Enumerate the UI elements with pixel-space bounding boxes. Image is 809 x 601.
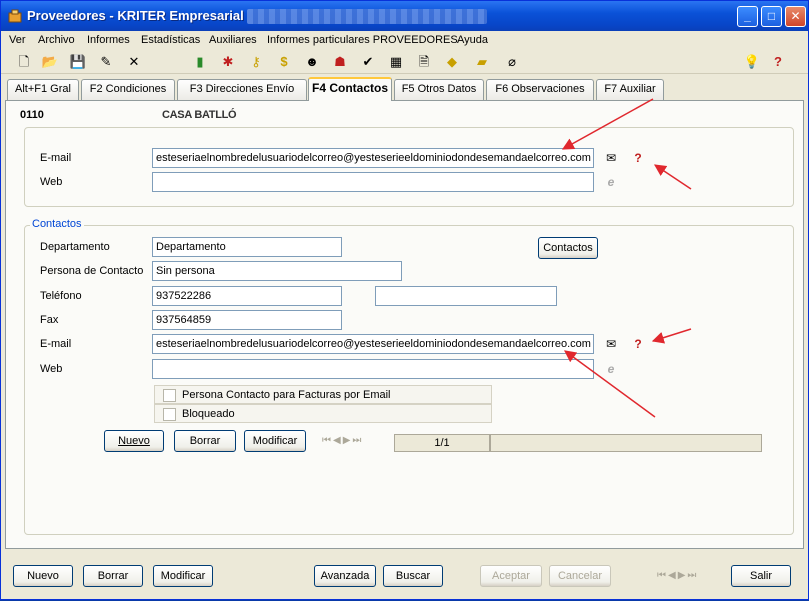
contact-email-field[interactable]: esteseriaelnombredelusuariodelcorreo@yes… [152,334,594,354]
tab-condiciones[interactable]: F2 Condiciones [81,79,175,100]
redacted-company-name [247,9,487,24]
supplier-code: 0110 [20,109,44,121]
supplier-name: CASA BATLLÓ [162,109,237,121]
send-email-icon[interactable]: ✉ [600,148,622,168]
contactos-legend: Contactos [30,218,84,230]
menu-informes-particulares[interactable]: Informes particulares PROVEEDORES [267,34,458,46]
toolbar: 🗋 📂 💾 ✎ ✕ ▮ ✱ ⚷ $ ☻ ☗ ✔ ▦ 🗎 ◆ ▰ ⌀ 💡 ? [1,50,808,74]
contact-email-label: E-mail [40,338,72,350]
tab-general[interactable]: Alt+F1 Gral [7,79,79,100]
facturas-email-checkbox-box[interactable] [163,389,176,402]
minimize-button[interactable]: _ [737,6,758,27]
borrar-button[interactable]: Borrar [83,565,143,587]
menu-auxiliares[interactable]: Auxiliares [209,34,257,46]
fax-label: Fax [40,314,59,326]
save-icon[interactable]: 💾 [69,53,87,71]
title-bar[interactable]: Proveedores - KRITER Empresarial _ □ ✕ [1,1,808,31]
telefono-label: Teléfono [40,290,82,302]
dollar-icon[interactable]: $ [275,53,293,71]
tag-icon[interactable]: ◆ [443,53,461,71]
departamento-field[interactable]: Departamento [152,237,342,257]
menu-bar: Ver Archivo Informes Estadísticas Auxili… [1,31,808,49]
general-web-label: Web [40,176,63,188]
contact-record-counter: 1/1 [394,434,490,452]
note-icon[interactable]: ▰ [473,53,491,71]
tab-direcciones-envio[interactable]: F3 Direcciones Envío [177,79,307,100]
bloqueado-checkbox[interactable]: Bloqueado [154,404,492,423]
persona-contacto-label: Persona de Contacto [40,265,144,277]
app-icon [8,9,22,23]
checklist-icon[interactable]: ✔ [359,53,377,71]
contact-web-field[interactable] [152,359,594,379]
email-help-icon[interactable]: ? [627,148,649,168]
persona-contacto-field[interactable]: Sin persona [152,261,402,281]
buscar-button[interactable]: Buscar [383,565,443,587]
contactos-button[interactable]: Contactos [538,237,598,259]
tab-observaciones[interactable]: F6 Observaciones [486,79,594,100]
delete-icon[interactable]: ✕ [125,53,143,71]
telefono2-field[interactable] [375,286,557,306]
nuevo-button[interactable]: Nuevo [13,565,73,587]
tab-contactos[interactable]: F4 Contactos [308,77,392,101]
new-document-icon[interactable]: 🗋 [15,53,33,71]
menu-estadisticas[interactable]: Estadísticas [141,34,200,46]
general-email-field[interactable]: esteseriaelnombredelusuariodelcorreo@yes… [152,148,594,168]
contact-status-bar [490,434,762,452]
close-button[interactable]: ✕ [785,6,806,27]
main-window: Proveedores - KRITER Empresarial _ □ ✕ V… [0,0,809,600]
bloqueado-checkbox-box[interactable] [163,408,176,421]
menu-ayuda[interactable]: Ayuda [457,34,488,46]
contact-borrar-button[interactable]: Borrar [174,430,236,452]
browser-icon[interactable]: e [600,172,622,192]
open-folder-icon[interactable]: 📂 [41,53,59,71]
menu-archivo[interactable]: Archivo [38,34,75,46]
bottle-icon[interactable]: ▮ [191,53,209,71]
star-icon[interactable]: ✱ [219,53,237,71]
contact-nuevo-button[interactable]: Nuevo [104,430,164,452]
record-nav[interactable]: ⏮◀▶⏭ [657,570,698,581]
aceptar-button[interactable]: Aceptar [480,565,542,587]
modificar-button[interactable]: Modificar [153,565,213,587]
help-icon[interactable]: ? [769,53,787,71]
tab-auxiliar[interactable]: F7 Auxiliar [596,79,664,100]
bloqueado-checkbox-label: Bloqueado [182,408,235,420]
tab-strip: Alt+F1 Gral F2 Condiciones F3 Direccione… [1,77,808,101]
contact-browser-icon[interactable]: e [600,359,622,379]
general-email-label: E-mail [40,152,72,164]
contact-send-email-icon[interactable]: ✉ [600,334,622,354]
lock-icon[interactable]: ⚷ [247,53,265,71]
telefono-field[interactable]: 937522286 [152,286,342,306]
contact-modificar-button[interactable]: Modificar [244,430,306,452]
general-web-field[interactable] [152,172,594,192]
facturas-email-checkbox-label: Persona Contacto para Facturas por Email [182,389,391,401]
tab-otros-datos[interactable]: F5 Otros Datos [394,79,484,100]
edit-icon[interactable]: ✎ [97,53,115,71]
table-icon[interactable]: ▦ [387,53,405,71]
facturas-email-checkbox[interactable]: Persona Contacto para Facturas por Email [154,385,492,404]
contact-web-label: Web [40,363,63,375]
lightbulb-icon[interactable]: 💡 [743,53,761,71]
contact-record-nav[interactable]: ⏮◀▶⏭ [322,435,363,446]
menu-ver[interactable]: Ver [9,34,26,46]
contactos-panel: 0110 CASA BATLLÓ E-mail esteseriaelnombr… [5,100,804,549]
user-icon[interactable]: ☻ [303,53,321,71]
maximize-button[interactable]: □ [761,6,782,27]
fax-field[interactable]: 937564859 [152,310,342,330]
contact-email-help-icon[interactable]: ? [627,334,649,354]
paperclip-icon[interactable]: ⌀ [503,53,521,71]
departamento-label: Departamento [40,241,110,253]
window-title: Proveedores - KRITER Empresarial [27,8,244,23]
avanzada-button[interactable]: Avanzada [314,565,376,587]
salir-button[interactable]: Salir [731,565,791,587]
menu-informes[interactable]: Informes [87,34,130,46]
document-icon[interactable]: 🗎 [415,53,433,71]
people-icon[interactable]: ☗ [331,53,349,71]
cancelar-button[interactable]: Cancelar [549,565,611,587]
